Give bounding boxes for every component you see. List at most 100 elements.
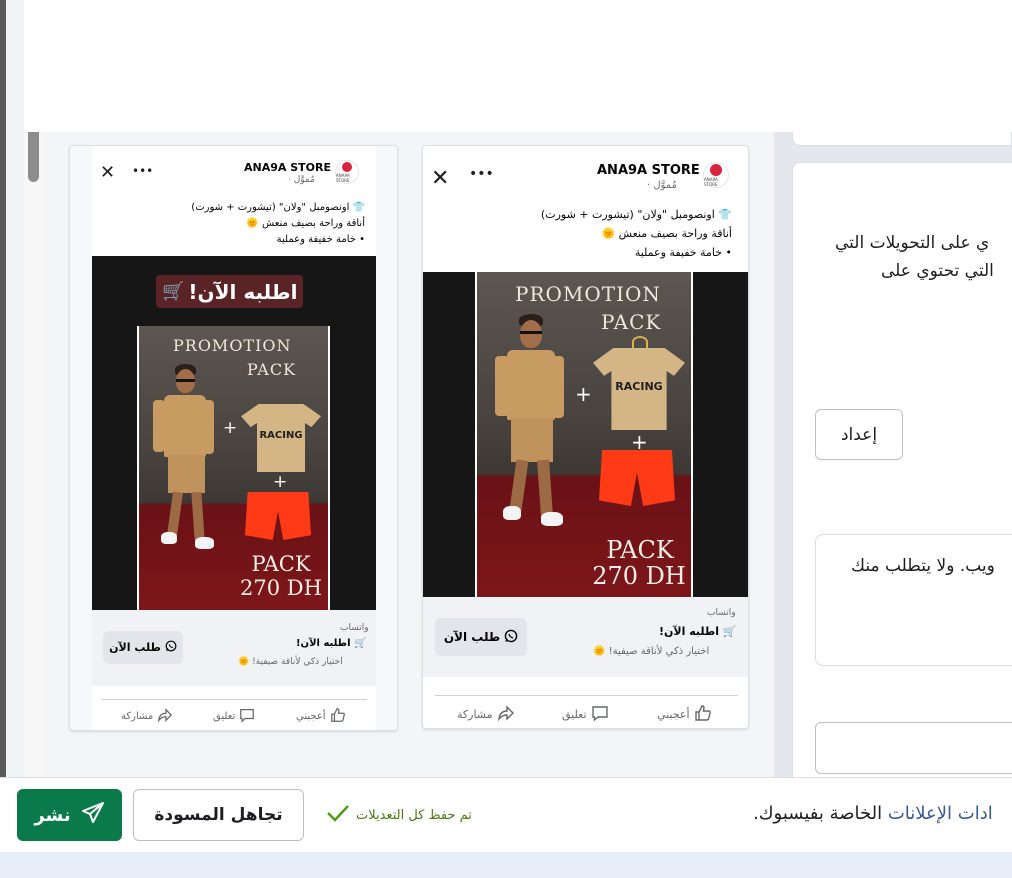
like-icon-2 — [330, 707, 346, 726]
cart-icon: 🛒 — [162, 281, 185, 302]
model-photo — [489, 314, 569, 554]
whatsapp-icon-2 — [165, 640, 177, 655]
plus-sign-3: + — [223, 418, 238, 438]
checkmark-icon — [326, 803, 350, 827]
banner-text: اطلبه الآن! — [188, 279, 298, 304]
comment-button-2[interactable]: تعليق — [213, 707, 255, 726]
whatsapp-icon — [504, 629, 518, 646]
order-now-label-2: طلب الآن — [109, 641, 161, 654]
promotion-title: PROMOTION — [515, 282, 661, 306]
settings-input[interactable] — [815, 722, 1012, 774]
promotion-poster-2: PROMOTION PACK + RACING + PACK 270 DH — [137, 326, 330, 610]
avatar-logo-icon-2 — [342, 162, 352, 172]
promotion-poster: PROMOTION PACK + RACING + PACK 270 DH — [475, 272, 693, 597]
bottom-strip — [0, 852, 1012, 878]
preview-scrollbar-track[interactable] — [24, 132, 44, 777]
ad-policies-text-rest: الخاصة بفيسبوك. — [753, 803, 888, 824]
cta-headline: 🛒 اطلبه الآن! — [659, 625, 737, 638]
plus-sign-4: + — [273, 472, 288, 492]
sponsored-label: مُموَّل · — [647, 180, 677, 191]
share-label-2: مشاركة — [121, 711, 154, 722]
comment-button[interactable]: تعليق — [562, 704, 609, 725]
model-photo-2 — [149, 364, 219, 574]
comment-icon-2 — [239, 707, 255, 726]
like-icon — [694, 704, 712, 725]
promotion-subtitle-2: PACK — [247, 360, 297, 379]
tshirt-image: RACING — [593, 348, 685, 430]
promotion-title-2: PROMOTION — [173, 336, 292, 355]
ad-preview-feed: ✕ ••• ANA9A STORE ANA9A STORE مُموَّل · … — [422, 145, 749, 729]
publish-button[interactable]: نشر — [17, 789, 122, 841]
saved-status-text: تم حفظ كل التعديلات — [356, 807, 472, 823]
pack-label: PACK — [606, 536, 674, 564]
ad-body-line-1: 👕 اونصومبل "ولان" (تيشورت + شورت) — [540, 208, 732, 221]
conversions-text-line1: ي على التحويلات التي — [835, 233, 990, 253]
avatar-logo-icon — [710, 164, 722, 176]
ad-body-line-3: • خامة خفيفة وعملية — [634, 246, 732, 259]
sponsored-label-2: مُموَّل · — [288, 175, 315, 185]
share-button-2[interactable]: مشاركة — [121, 707, 173, 726]
cta-label: واتساب — [707, 608, 736, 618]
ad-policies-text: ادات الإعلانات الخاصة بفيسبوك. — [753, 803, 993, 824]
send-icon — [81, 801, 105, 829]
order-now-button-2[interactable]: طلب الآن — [103, 631, 183, 664]
ad-preview-alt: ✕ ••• ANA9A STORE ANA9A STORE مُموَّل · … — [69, 145, 398, 731]
promotion-subtitle: PACK — [601, 310, 662, 334]
like-label: أعجبني — [657, 708, 690, 721]
comment-label-2: تعليق — [213, 711, 236, 722]
page-avatar-2: ANA9A STORE — [335, 160, 359, 184]
cta-description: اختيار ذكي لأناقة صيفية! 🌞 — [593, 646, 710, 657]
info-text: ويب. ولا يتطلب منك — [851, 556, 995, 576]
share-icon — [497, 704, 515, 725]
ad-creative-image[interactable]: PROMOTION PACK + RACING + PACK 270 DH — [423, 272, 748, 597]
saved-status: تم حفظ كل التعديلات — [326, 803, 472, 827]
page-name-2[interactable]: ANA9A STORE — [244, 161, 331, 174]
avatar-text-2: ANA9A STORE — [336, 173, 350, 183]
share-button[interactable]: مشاركة — [457, 704, 515, 725]
shorts-image-2 — [245, 492, 311, 540]
order-now-button[interactable]: طلب الآن — [435, 618, 527, 656]
share-label: مشاركة — [457, 708, 493, 721]
more-options-icon-2[interactable]: ••• — [132, 164, 153, 178]
cta-description-2: اختيار ذكي لأناقة صيفية! 🌞 — [238, 657, 343, 667]
page-avatar: ANA9A STORE — [703, 162, 729, 188]
alt-body-line-2: أناقة وراحة بصيف منعش 🌞 — [246, 218, 365, 229]
more-options-icon[interactable]: ••• — [469, 166, 494, 182]
ad-policies-link[interactable]: ادات الإعلانات — [888, 803, 993, 824]
cta-label-2: واتساب — [340, 623, 369, 633]
like-button[interactable]: أعجبني — [657, 704, 712, 725]
preview-scrollbar-thumb[interactable] — [28, 132, 39, 182]
publish-label: نشر — [34, 804, 71, 826]
ad-creative-image-2[interactable]: اطلبه الآن! 🛒 PROMOTION PACK + RACING + … — [92, 256, 376, 610]
left-margin — [6, 0, 24, 878]
order-now-banner: اطلبه الآن! 🛒 — [156, 275, 304, 308]
page-name[interactable]: ANA9A STORE — [597, 163, 700, 178]
tshirt-print-text: RACING — [615, 380, 663, 393]
alt-body-line-3: • خامة خفيفة وعملية — [276, 234, 365, 245]
comment-label: تعليق — [562, 708, 587, 721]
hanger-icon — [632, 336, 648, 348]
close-icon-2[interactable]: ✕ — [100, 162, 115, 183]
cta-headline-2: 🛒 اطلبه الآن! — [296, 638, 367, 649]
tshirt-image-2: RACING — [241, 404, 321, 472]
price-label-2: 270 DH — [240, 576, 322, 600]
shorts-image — [599, 450, 675, 506]
close-icon[interactable]: ✕ — [431, 166, 449, 191]
discard-draft-button[interactable]: تجاهل المسودة — [133, 789, 304, 841]
ad-body-line-2: أناقة وراحة بصيف منعش 🌞 — [601, 227, 732, 240]
avatar-text: ANA9A STORE — [704, 177, 718, 187]
order-now-label: طلب الآن — [443, 630, 501, 644]
comment-icon — [591, 704, 609, 725]
conversions-text-line2: التي تحتوي على — [881, 261, 994, 281]
plus-sign-1: + — [575, 382, 592, 406]
tshirt-print-text-2: RACING — [259, 430, 303, 441]
setup-button[interactable]: إعداد — [815, 409, 903, 460]
share-icon-2 — [157, 707, 173, 726]
pack-label-2: PACK — [251, 552, 311, 576]
alt-body-line-1: 👕 اونصومبل "ولان" (تيشورت + شورت) — [191, 202, 365, 213]
reactions-divider-2 — [102, 699, 367, 700]
like-button-2[interactable]: أعجبني — [296, 707, 346, 726]
reactions-divider — [435, 695, 738, 696]
like-label-2: أعجبني — [296, 711, 326, 722]
settings-top-card — [792, 132, 1012, 146]
